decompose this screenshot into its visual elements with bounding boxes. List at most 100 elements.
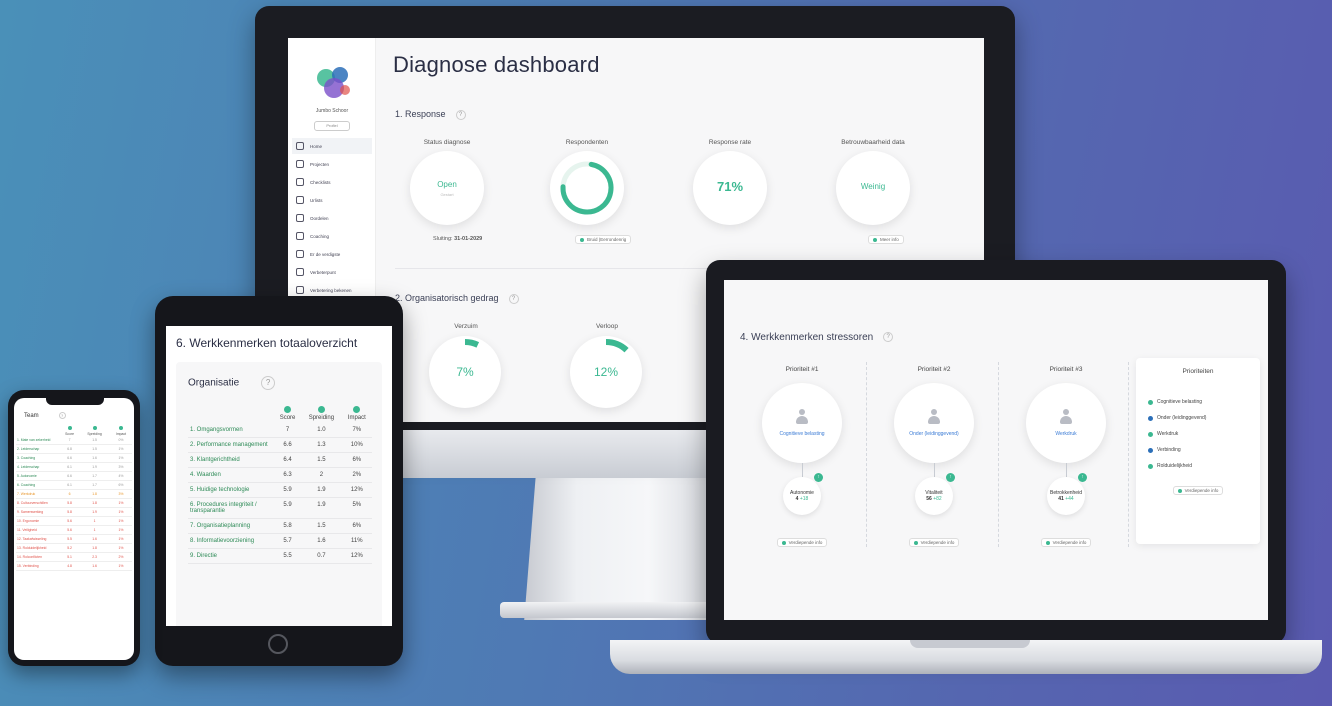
legend-item: Onder (leidinggevend) — [1148, 415, 1260, 421]
profile-button[interactable]: Profiel — [314, 121, 350, 131]
priority-circle[interactable]: Cognitieve belasting — [762, 383, 842, 463]
table-row[interactable]: 6. Coaching 6.1 1.7 6% — [16, 480, 132, 490]
table-row[interactable]: 6. Procedures integriteit / transparanti… — [188, 497, 372, 519]
table-row[interactable]: 4. Leiderschap 6.1 1.9 3% — [16, 462, 132, 472]
table-row[interactable]: 11. Veiligheid 5.6 1 1% — [16, 525, 132, 535]
row-value: 1% — [110, 543, 132, 553]
sidebar-item[interactable]: Verbeterpunt — [292, 264, 372, 280]
table-row[interactable]: 7. Organisatieplanning 5.8 1.5 6% — [188, 518, 372, 534]
row-score: 6.3 — [274, 467, 302, 483]
sidebar-item-label: Home — [310, 143, 323, 149]
column-header: Score — [60, 426, 79, 436]
table-row[interactable]: 15. Verbinding 4.8 1.6 1% — [16, 561, 132, 571]
status-dot-icon — [284, 406, 292, 413]
row-spread: 1.9 — [301, 497, 342, 519]
row-value: 7 — [60, 436, 80, 445]
column-divider — [998, 362, 999, 547]
table-row[interactable]: 7. Werkdruk 6 1.8 3% — [16, 489, 132, 499]
impact-value: 4 — [795, 496, 799, 502]
help-icon[interactable]: ? — [508, 293, 519, 304]
table-row[interactable]: 4. Waarden 6.3 2 2% — [188, 467, 372, 483]
table-row[interactable]: 3. Klantgerichtheid 6.4 1.5 6% — [188, 452, 372, 468]
sidebar-item[interactable]: Er de verdigste — [292, 246, 372, 262]
table-row[interactable]: 5. Autonomie 6.6 1.7 4% — [16, 471, 132, 481]
column-header-label: Spreiding — [87, 432, 102, 436]
row-value: 1.6 — [79, 453, 111, 463]
priority-category: Cognitieve belasting — [779, 431, 825, 437]
table-row[interactable]: 1. Omgangsvormen 7 1.0 7% — [188, 423, 372, 438]
legend-dot — [1148, 399, 1153, 405]
row-value: 1.5 — [79, 436, 111, 445]
priority-circle[interactable]: Werkdruk — [1026, 383, 1106, 463]
laptop-screen: 4. Werkkenmerken stressoren? Prioriteit … — [724, 280, 1268, 620]
kpi-circle: Weinig — [836, 151, 910, 225]
kpi-label: Response rate — [708, 139, 752, 146]
priority-heading: Prioriteit #2 — [917, 366, 951, 373]
row-impact: 7% — [341, 423, 372, 438]
table-row[interactable]: 8. Informatievoorziening 5.7 1.6 11% — [188, 533, 372, 549]
reliability-info-tag[interactable]: Meer info — [868, 235, 904, 244]
priority-info-tag[interactable]: Verdiepende info — [776, 538, 828, 547]
impact-delta: +18 — [799, 496, 809, 502]
help-icon[interactable]: ? — [58, 412, 66, 419]
sidebar-item[interactable]: Coaching — [292, 228, 372, 244]
table-row[interactable]: 8. Cultuurverschillen 5.8 1.8 1% — [16, 498, 132, 508]
sidebar-item[interactable]: Projecten — [292, 156, 372, 172]
impact-bubble: ↑ Autonomie 4 +18 — [783, 473, 823, 515]
impact-values: 4 +18 — [796, 496, 809, 502]
home-button — [268, 634, 288, 654]
help-icon[interactable]: ? — [455, 109, 466, 120]
priority-circle[interactable]: Onder (leidinggevend) — [894, 383, 974, 463]
table-row[interactable]: 9. Samenwerking 5.8 1.9 1% — [16, 507, 132, 517]
legend-info-tag[interactable]: Verdiepende info — [1172, 486, 1224, 495]
priority-column: Prioriteit #1 Cognitieve belasting ↑ Autono… — [738, 358, 866, 548]
team-title: Team? — [24, 412, 66, 419]
sidebar-item[interactable]: Home — [292, 138, 372, 154]
legend-label: Onder (leidinggevend) — [1157, 415, 1207, 421]
column-header: Score — [274, 404, 301, 423]
table-row[interactable]: 2. Leiderschap 6.8 1.5 1% — [16, 444, 132, 454]
priority-info-tag[interactable]: Verdiepende info — [908, 538, 960, 547]
respondents-info-tag[interactable]: Bruid (Eerrondenrig — [575, 235, 632, 244]
row-value: 1% — [110, 561, 132, 571]
sidebar-item[interactable]: Oordelen — [292, 210, 372, 226]
sidebar-item-label: Verbetering bekenen — [310, 287, 352, 293]
row-value: 4.8 — [60, 561, 80, 571]
table-row[interactable]: 12. Taakafwisseling 5.5 1.6 1% — [16, 534, 132, 544]
table-row[interactable]: 1. Mate van zekerheid 7 1.5 0% — [16, 436, 132, 445]
row-impact: 6% — [341, 518, 372, 534]
help-icon[interactable]: ? — [261, 376, 276, 390]
table-row[interactable]: 14. Rolconflicten 5.1 2.3 2% — [16, 552, 132, 562]
gauge-label: Verzuim — [454, 323, 478, 330]
table-row[interactable]: 9. Directie 5.5 0.7 12% — [188, 548, 372, 564]
priority-column: Prioriteit #2 Onder (leidinggevend) ↑ Vital… — [870, 358, 998, 548]
kpi-label: Betrouwbaarheid data — [841, 139, 905, 146]
row-name: 1. Mate van zekerheid — [16, 436, 60, 445]
kpi-label: Status diagnose — [423, 139, 471, 146]
person-icon — [795, 409, 809, 425]
table-row[interactable]: 5. Huidige technologie 5.9 1.9 12% — [188, 482, 372, 498]
help-icon[interactable]: ? — [883, 332, 894, 343]
table-row[interactable]: 3. Coaching 6.6 1.6 1% — [16, 453, 132, 463]
stressors-title: 4. Werkkenmerken stressoren? — [740, 332, 894, 343]
row-name: 8. Informatievoorziening — [188, 533, 274, 549]
row-impact: 2% — [341, 467, 372, 483]
kpi-circle — [550, 151, 624, 225]
table-row[interactable]: 13. Rolduidelijkheid 5.2 1.8 1% — [16, 543, 132, 553]
sidebar-item[interactable]: Urlists — [292, 192, 372, 208]
row-value: 1.5 — [79, 444, 111, 454]
table-row[interactable]: 2. Performance management 6.6 1.3 10% — [188, 437, 372, 453]
cycle-icon — [296, 286, 304, 294]
table-row[interactable]: 10. Ergonomie 5.6 1 1% — [16, 516, 132, 526]
phone-screen: Team? Score Spreiding Impact 1. Mate van z… — [14, 398, 134, 660]
status-dot-icon — [92, 426, 97, 430]
kpi-value: 71% — [716, 179, 744, 194]
coaching-icon — [296, 232, 304, 240]
row-value: 0% — [110, 436, 132, 445]
sidebar-item-label: Oordelen — [310, 215, 329, 221]
connector-line — [1065, 463, 1067, 477]
priority-info-tag[interactable]: Verdiepende info — [1040, 538, 1092, 547]
sidebar-item[interactable]: Checklists — [292, 174, 372, 190]
gauge-value: 12% — [593, 365, 619, 379]
status-dot-icon — [119, 426, 123, 430]
